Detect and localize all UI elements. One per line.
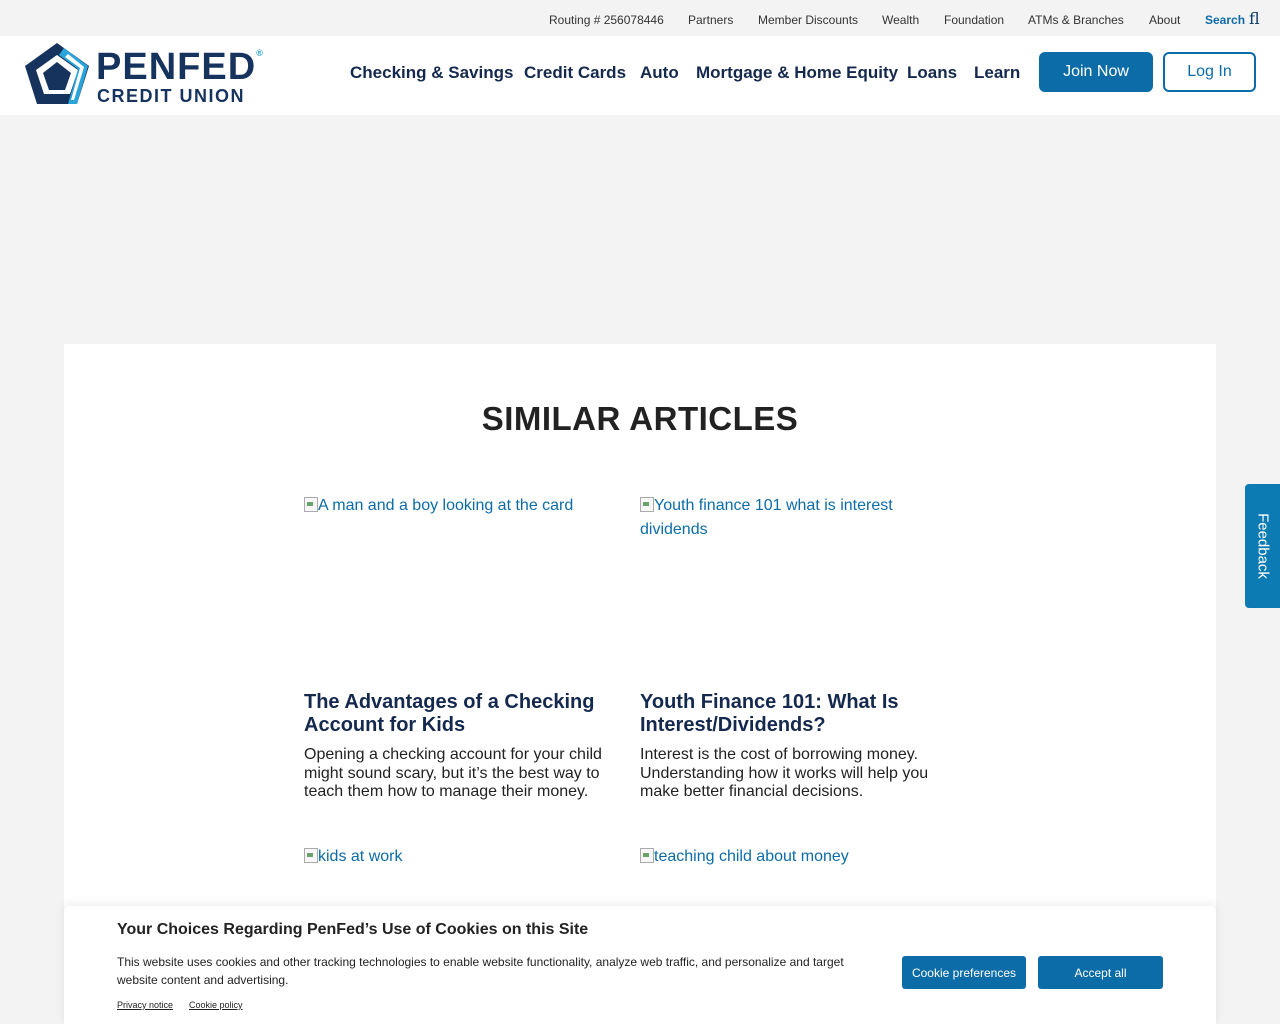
article-image-link[interactable]: Youth finance 101 what is interest divid… xyxy=(640,494,940,542)
nav-checking-savings[interactable]: Checking & Savings xyxy=(350,63,513,83)
broken-image-icon xyxy=(304,496,318,512)
routing-number: Routing # 256078446 xyxy=(549,13,664,27)
image-alt-text: teaching child about money xyxy=(654,848,849,865)
cookie-policy-link[interactable]: Cookie policy xyxy=(189,1000,243,1010)
nav-loans[interactable]: Loans xyxy=(907,63,957,83)
utility-bar: Routing # 256078446 Partners Member Disc… xyxy=(0,0,1280,36)
article-title-link[interactable]: The Advantages of a Checking Account for… xyxy=(304,691,624,737)
log-in-button[interactable]: Log In xyxy=(1163,52,1256,92)
feedback-tab[interactable]: Feedback xyxy=(1245,484,1280,608)
join-now-button[interactable]: Join Now xyxy=(1039,52,1153,92)
pentagon-logo-icon xyxy=(25,43,89,104)
penfed-logo[interactable]: PENFED® CREDIT UNION xyxy=(24,42,274,106)
search-link[interactable]: Search xyxy=(1205,13,1245,27)
search-icon[interactable]: fl xyxy=(1249,9,1260,28)
article-image-link[interactable]: kids at work xyxy=(304,845,614,869)
logo-wordmark: PENFED® xyxy=(96,46,264,88)
feedback-label: Feedback xyxy=(1254,513,1271,579)
broken-image-icon xyxy=(640,496,654,512)
broken-image-icon xyxy=(640,847,654,863)
cookie-preferences-button[interactable]: Cookie preferences xyxy=(902,956,1026,989)
article-description: Opening a checking account for your chil… xyxy=(304,746,602,800)
article-title-link[interactable]: Youth Finance 101: What Is Interest/Divi… xyxy=(640,691,940,737)
partners-link[interactable]: Partners xyxy=(688,13,733,27)
atms-branches-link[interactable]: ATMs & Branches xyxy=(1028,13,1124,27)
cookie-banner-title: Your Choices Regarding PenFed’s Use of C… xyxy=(117,921,589,938)
logo-subtitle: CREDIT UNION xyxy=(97,86,245,106)
broken-image-icon xyxy=(304,847,318,863)
nav-learn[interactable]: Learn xyxy=(974,63,1020,83)
article-description: Interest is the cost of borrowing money.… xyxy=(640,746,929,800)
image-alt-text: kids at work xyxy=(318,848,403,865)
nav-mortgage-home-equity[interactable]: Mortgage & Home Equity xyxy=(696,63,898,83)
member-discounts-link[interactable]: Member Discounts xyxy=(758,13,858,27)
cookie-banner-text: This website uses cookies and other trac… xyxy=(117,955,844,987)
image-alt-text: A man and a boy looking at the card xyxy=(318,497,574,514)
wealth-link[interactable]: Wealth xyxy=(882,13,919,27)
section-title: SIMILAR ARTICLES xyxy=(481,400,799,437)
cookie-banner: Your Choices Regarding PenFed’s Use of C… xyxy=(64,906,1216,1024)
image-alt-text: Youth finance 101 what is interest divid… xyxy=(640,497,893,538)
nav-auto[interactable]: Auto xyxy=(640,63,679,83)
about-link[interactable]: About xyxy=(1149,13,1180,27)
foundation-link[interactable]: Foundation xyxy=(944,13,1004,27)
nav-credit-cards[interactable]: Credit Cards xyxy=(524,63,626,83)
article-image-link[interactable]: teaching child about money xyxy=(640,845,940,869)
accept-all-button[interactable]: Accept all xyxy=(1038,956,1163,989)
privacy-notice-link[interactable]: Privacy notice xyxy=(117,1000,173,1010)
article-image-link[interactable]: A man and a boy looking at the card xyxy=(304,494,614,518)
site-header: PENFED® CREDIT UNION Checking & Savings … xyxy=(0,36,1280,115)
